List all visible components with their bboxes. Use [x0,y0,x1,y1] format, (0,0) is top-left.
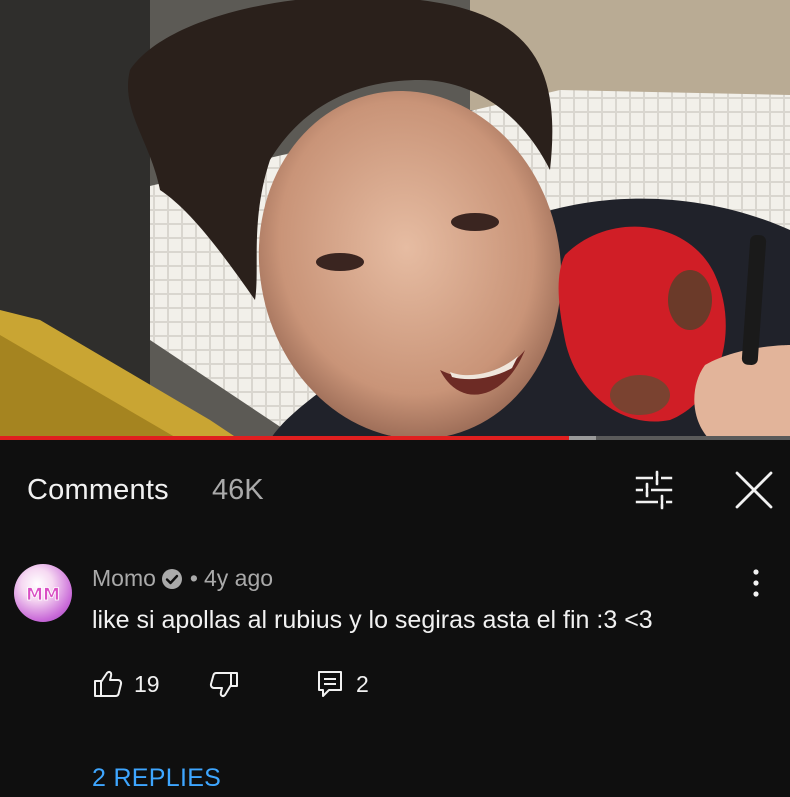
comment-text: like si apollas al rubius y lo segiras a… [92,606,653,634]
video-buffer-bar [568,436,597,440]
dislike-button[interactable] [209,670,239,700]
avatar[interactable]: MM [14,564,72,622]
comments-title: Comments [27,474,169,506]
reply-comment-icon [318,671,342,697]
sort-filter-button[interactable] [628,469,680,511]
close-icon [735,471,773,509]
avatar-logo-icon: MM [26,585,61,606]
comments-count: 46K [212,474,264,506]
view-replies-link[interactable]: 2 REPLIES [92,764,221,793]
thumbs-up-icon [94,671,123,697]
video-player[interactable] [0,0,790,440]
sort-filter-icon [635,470,673,510]
verified-check-icon [161,568,182,589]
meta-separator: • [189,565,198,591]
video-frame-image [0,0,790,440]
like-count: 19 [134,670,160,697]
video-progress-bar[interactable] [0,436,790,440]
video-progress-fill [0,436,569,440]
reply-button[interactable]: 2 [316,669,369,699]
like-button[interactable]: 19 [92,669,160,699]
comment-age: 4y ago [203,565,274,591]
comment-author[interactable]: Momo [92,565,156,592]
close-comments-button[interactable] [728,467,778,513]
more-vert-icon [753,569,759,597]
comment-more-button[interactable] [744,565,768,601]
comment-meta: Momo • 4y ago [92,565,273,592]
comments-panel: Comments 46K MM Momo • 4y ago like si ap… [0,441,790,797]
svg-text:MM: MM [26,585,60,605]
reply-count: 2 [356,670,369,697]
thumbs-down-icon [209,672,238,697]
